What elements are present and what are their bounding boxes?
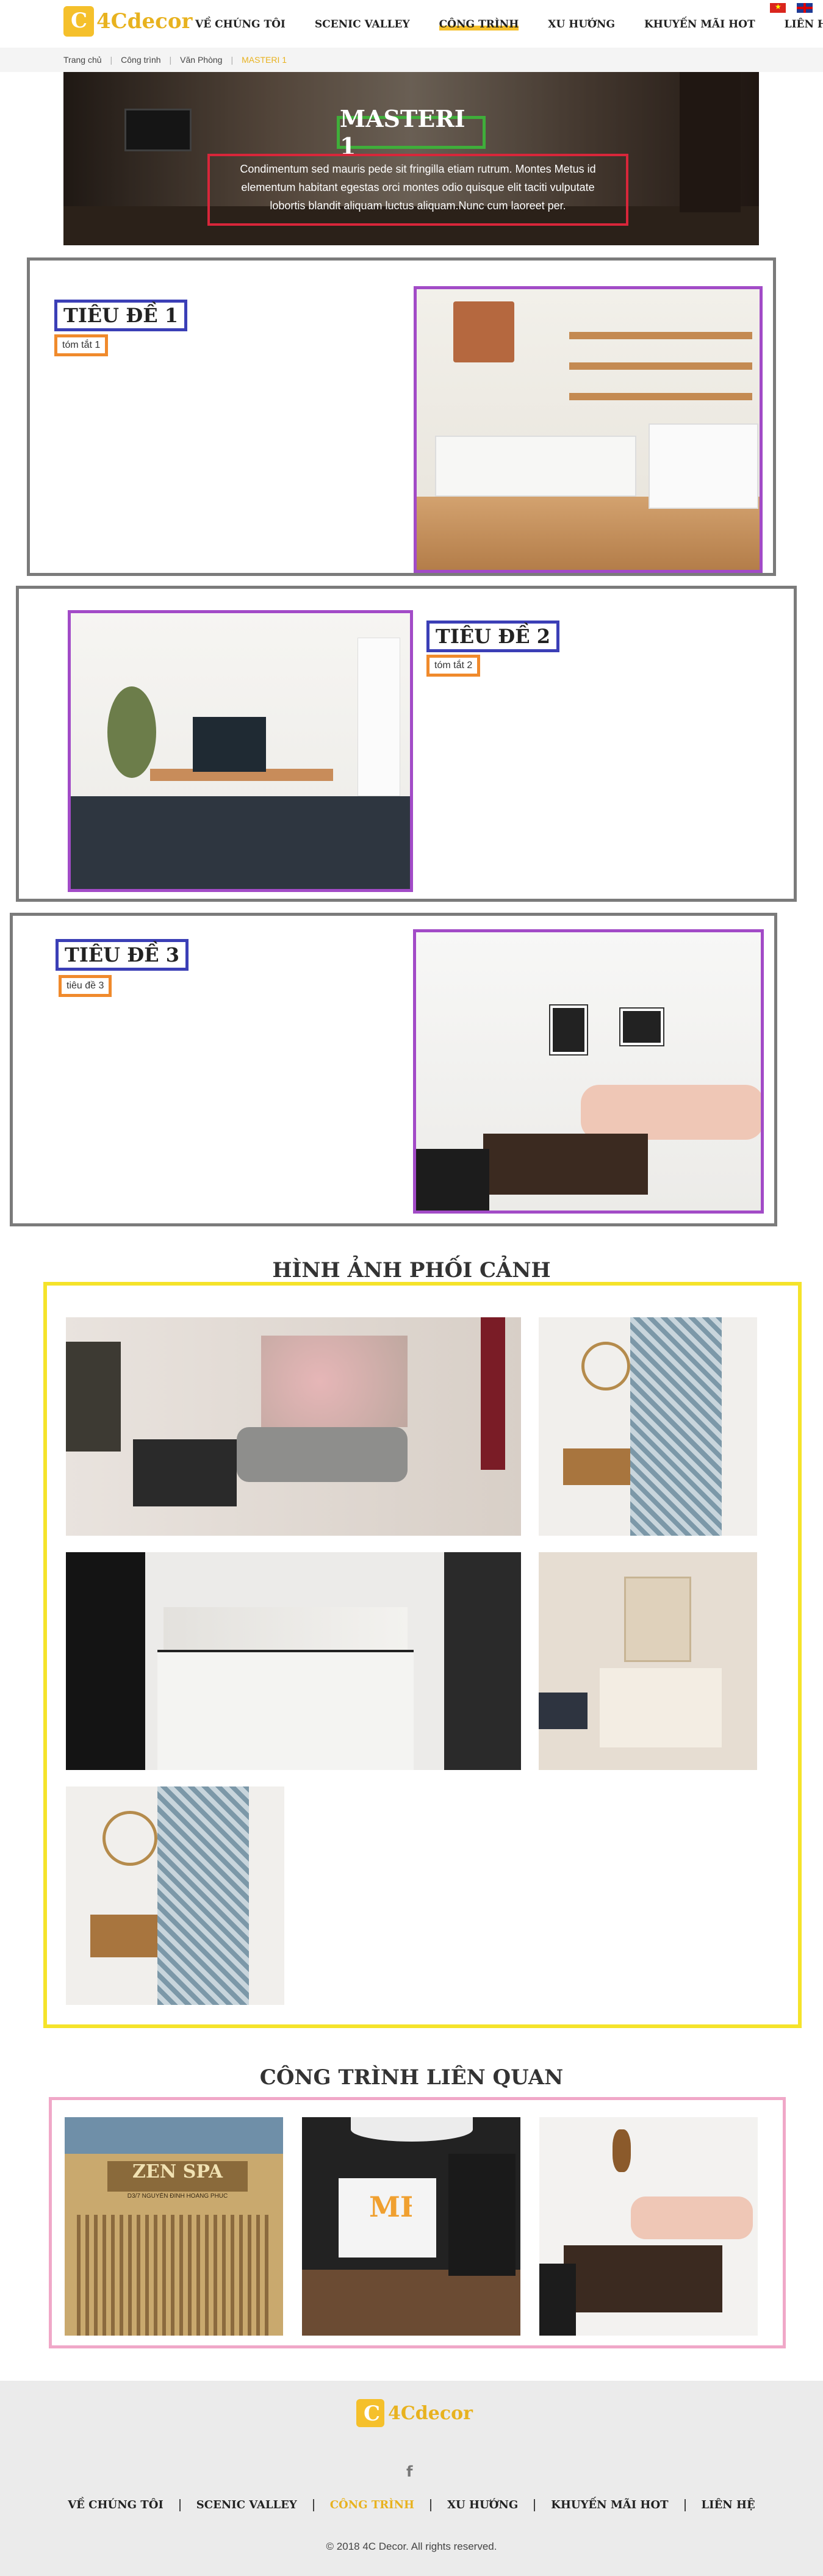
content-block-2: TIÊU ĐỀ 2 tóm tắt 2 (16, 586, 797, 902)
content-block-1: TIÊU ĐỀ 1 tóm tắt 1 (27, 257, 776, 576)
uk-flag-icon[interactable] (797, 3, 813, 13)
living-room-photo (413, 929, 764, 1214)
site-logo[interactable]: 4Cdecor (63, 6, 192, 37)
hero-title: MASTERI 1 (337, 105, 486, 160)
content-block-3: TIÊU ĐỀ 3 tiêu đề 3 (10, 913, 777, 1226)
nav-promotions[interactable]: KHUYẾN MÃI HOT (644, 18, 755, 31)
office-logo-sign: MF (369, 2190, 412, 2223)
footer-nav: VỀ CHÚNG TÔI SCENIC VALLEY CÔNG TRÌNH XU… (0, 2499, 823, 2511)
hero-description: Condimentum sed mauris pede sit fringill… (207, 154, 628, 226)
breadcrumb-current: MASTERI 1 (242, 55, 287, 65)
footer-logo-text: 4Cdecor (388, 2402, 473, 2424)
gallery-image-living-room[interactable] (66, 1317, 521, 1536)
nav-trends[interactable]: XU HƯỚNG (548, 18, 615, 31)
breadcrumb-projects[interactable]: Công trình (121, 55, 160, 65)
nav-scenic-valley[interactable]: SCENIC VALLEY (315, 18, 410, 31)
related-project-zen-spa[interactable]: ZEN SPA D3/7 NGUYỄN ĐÌNH HOÀNG PHÚC (65, 2117, 283, 2336)
language-switcher (770, 2, 813, 13)
main-nav: VỀ CHÚNG TÔI SCENIC VALLEY CÔNG TRÌNH XU… (195, 18, 823, 31)
block-summary: tóm tắt 1 (54, 334, 109, 356)
breadcrumb-separator: | (231, 55, 234, 65)
breadcrumb-separator: | (169, 55, 172, 65)
footer-nav-about[interactable]: VỀ CHÚNG TÔI (52, 2499, 181, 2511)
kitchen-photo (414, 286, 763, 573)
gallery-image-bathroom-2[interactable] (66, 1786, 284, 2005)
zen-spa-sign: ZEN SPA (107, 2161, 248, 2192)
related-title: CÔNG TRÌNH LIÊN QUAN (259, 2065, 564, 2090)
footer-nav-scenic-valley[interactable]: SCENIC VALLEY (181, 2499, 314, 2511)
footer-nav-promotions[interactable]: KHUYẾN MÃI HOT (535, 2499, 686, 2511)
gallery-title: HÌNH ẢNH PHỐI CẢNH (272, 1258, 551, 1283)
nav-about[interactable]: VỀ CHÚNG TÔI (195, 18, 286, 31)
site-footer: 4Cdecor f VỀ CHÚNG TÔI SCENIC VALLEY CÔN… (0, 2381, 823, 2576)
footer-nav-contact[interactable]: LIÊN HỆ (686, 2499, 771, 2511)
footer-nav-projects[interactable]: CÔNG TRÌNH (314, 2499, 432, 2511)
block-summary: tóm tắt 2 (426, 655, 481, 677)
logo-icon (63, 6, 94, 37)
facebook-icon[interactable]: f (406, 2463, 412, 2480)
gallery-image-bedroom[interactable] (539, 1552, 757, 1770)
breadcrumb: Trang chủ | Công trình | Văn Phòng | MAS… (0, 48, 823, 72)
copyright-text: © 2018 4C Decor. All rights reserved. (326, 2541, 497, 2552)
breadcrumb-home[interactable]: Trang chủ (63, 55, 102, 65)
logo-text: 4Cdecor (96, 9, 193, 34)
nav-contact[interactable]: LIÊN HỆ (785, 18, 823, 31)
nav-projects[interactable]: CÔNG TRÌNH (439, 18, 519, 31)
block-summary: tiêu đề 3 (59, 975, 112, 997)
block-title: TIÊU ĐỀ 1 (54, 300, 187, 331)
related-project-office[interactable]: MF (302, 2117, 520, 2336)
breadcrumb-separator: | (110, 55, 113, 65)
footer-nav-trends[interactable]: XU HƯỚNG (431, 2499, 536, 2511)
dining-room-photo (68, 610, 413, 892)
related-projects: ZEN SPA D3/7 NGUYỄN ĐÌNH HOÀNG PHÚC MF (49, 2097, 786, 2348)
block-title: TIÊU ĐỀ 3 (56, 939, 189, 971)
site-header: 4Cdecor VỀ CHÚNG TÔI SCENIC VALLEY CÔNG … (0, 0, 823, 48)
vietnam-flag-icon[interactable] (770, 2, 786, 13)
block-title: TIÊU ĐỀ 2 (426, 621, 559, 652)
zen-spa-address: D3/7 NGUYỄN ĐÌNH HOÀNG PHÚC (127, 2193, 228, 2200)
footer-logo[interactable]: 4Cdecor (356, 2399, 473, 2427)
perspective-gallery (43, 1282, 802, 2028)
gallery-image-kitchen[interactable] (66, 1552, 521, 1770)
logo-icon (356, 2399, 384, 2427)
gallery-image-bathroom[interactable] (539, 1317, 757, 1536)
breadcrumb-office[interactable]: Văn Phòng (180, 55, 222, 65)
related-project-living-room[interactable] (539, 2117, 758, 2336)
hero-banner: MASTERI 1 Condimentum sed mauris pede si… (63, 72, 759, 245)
